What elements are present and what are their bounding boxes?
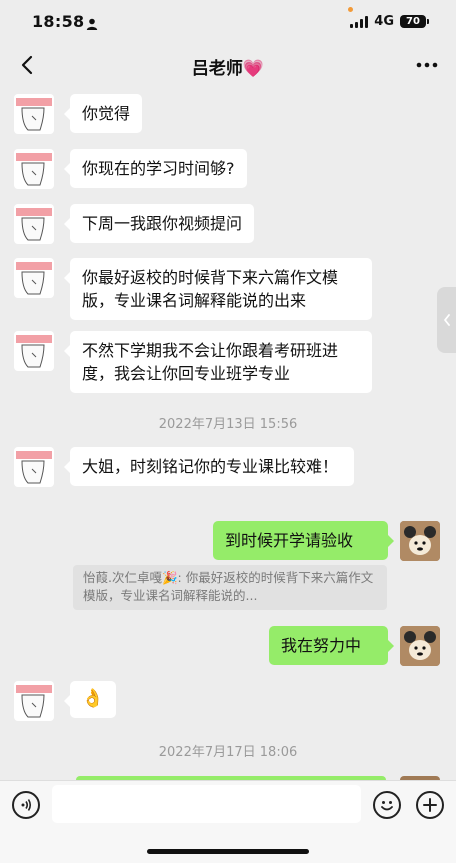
teacher-avatar[interactable] xyxy=(14,258,54,298)
emoji-message-bubble[interactable]: 👌 xyxy=(64,681,116,718)
chat-title: 吕老师💗 xyxy=(191,59,265,79)
nav-bar: 吕老师💗 xyxy=(0,44,456,86)
my-avatar[interactable] xyxy=(400,626,440,666)
emoji-button[interactable] xyxy=(373,791,401,819)
home-indicator[interactable] xyxy=(147,849,309,854)
message-bubble[interactable]: 不然下学期我不会让你跟着考研班进度，我会让你回专业班学专业 xyxy=(64,331,372,393)
more-dots-icon xyxy=(416,62,438,68)
timestamp: 2022年7月17日 18:06 xyxy=(158,745,298,760)
my-message-bubble[interactable]: 我在努力中 xyxy=(269,626,394,665)
status-time: 18:58 xyxy=(32,12,85,31)
recording-indicator-icon xyxy=(348,7,353,12)
my-avatar[interactable] xyxy=(400,521,440,561)
network-label: 4G xyxy=(374,14,394,29)
signal-icon xyxy=(350,15,369,28)
timestamp: 2022年7月13日 15:56 xyxy=(158,417,298,432)
more-functions-button[interactable] xyxy=(416,791,444,819)
teacher-avatar[interactable] xyxy=(14,204,54,244)
message-bubble[interactable]: 下周一我跟你视频提问 xyxy=(63,204,255,243)
message-bubble[interactable]: 你觉得 xyxy=(63,94,143,133)
chevron-left-icon xyxy=(443,314,450,326)
plus-icon xyxy=(423,798,437,812)
teacher-avatar[interactable] xyxy=(14,149,54,189)
side-panel-handle[interactable] xyxy=(437,287,456,353)
voice-button[interactable] xyxy=(12,791,40,819)
voice-icon xyxy=(21,799,32,811)
my-message-bubble[interactable]: 到时候开学请验收 xyxy=(213,521,394,560)
teacher-avatar[interactable] xyxy=(14,331,54,371)
teacher-avatar[interactable] xyxy=(14,681,54,721)
status-bar: 18:58 4G 70 xyxy=(0,0,456,44)
more-button[interactable] xyxy=(412,50,442,80)
teacher-avatar[interactable] xyxy=(14,447,54,487)
battery-icon: 70 xyxy=(400,15,429,28)
person-icon xyxy=(86,15,98,34)
teacher-avatar[interactable] xyxy=(14,94,54,134)
smiley-icon xyxy=(381,801,393,811)
message-bubble[interactable]: 你最好返校的时候背下来六篇作文模版，专业课名词解释能说的出来 xyxy=(64,258,372,320)
message-input[interactable] xyxy=(52,785,361,823)
message-bubble[interactable]: 大姐，时刻铭记你的专业课比较难！ xyxy=(64,447,354,486)
quoted-message[interactable]: 怡葭.次仁卓嘎🎉: 你最好返校的时候背下来六篇作文模版，专业课名词解释能说的..… xyxy=(73,565,387,610)
message-bubble[interactable]: 你现在的学习时间够? xyxy=(64,149,247,188)
